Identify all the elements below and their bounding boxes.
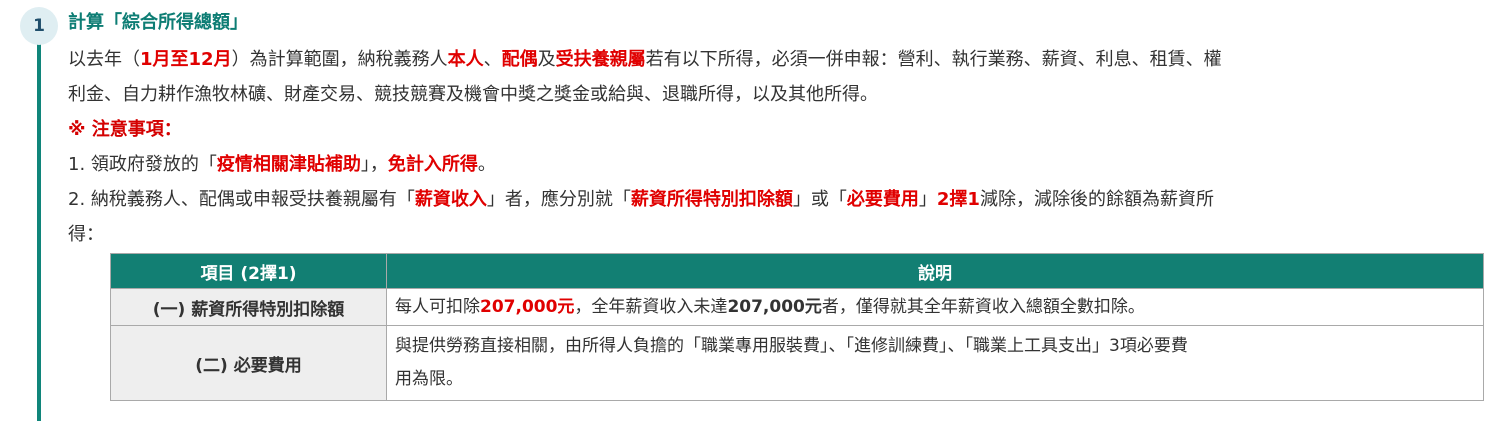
desc-text: 與提供勞務直接相關，由所得人負擔的「職業專用服裝費」、「進修訓練費」、「職業上工… bbox=[395, 336, 1188, 356]
row-label: (二) 必要費用 bbox=[110, 325, 387, 401]
amount-highlight: 207,000元 bbox=[480, 296, 575, 317]
note-text: 」者，應分別就「 bbox=[486, 189, 631, 210]
note-highlight: 必要費用 bbox=[846, 189, 919, 210]
step-content: 以去年（1月至12月）為計算範圍，納稅義務人本人、配偶及受扶養親屬若有以下所得，… bbox=[68, 42, 1478, 252]
table-row: (二) 必要費用 與提供勞務直接相關，由所得人負擔的「職業專用服裝費」、「進修訓… bbox=[110, 325, 1484, 401]
note-highlight: 2擇1 bbox=[936, 189, 980, 210]
note-text: 2. 納稅義務人、配偶或申報受扶養親屬有「 bbox=[68, 189, 415, 210]
step-vertical-line bbox=[37, 38, 41, 421]
deduction-table: 項目 (2擇1) 說明 (一) 薪資所得特別扣除額 每人可扣除207,000元，… bbox=[110, 253, 1484, 401]
table-header-item: 項目 (2擇1) bbox=[110, 253, 387, 289]
self-highlight: 本人 bbox=[447, 49, 484, 70]
note-highlight: 薪資收入 bbox=[414, 189, 487, 210]
desc-text: ，全年薪資收入未達 bbox=[574, 296, 728, 317]
note-text: 。 bbox=[477, 154, 496, 175]
amount-bold: 207,000元 bbox=[727, 296, 822, 317]
note-item-1: 1. 領政府發放的「疫情相關津貼補助」，免計入所得。 bbox=[68, 147, 1478, 182]
intro-text: ）為計算範圍，納稅義務人 bbox=[231, 49, 448, 70]
note-text: 」或「 bbox=[792, 189, 847, 210]
note-text: 1. 領政府發放的「 bbox=[68, 154, 217, 175]
step-number-badge: 1 bbox=[20, 7, 58, 45]
intro-text: 若有以下所得，必須一併申報：營利、執行業務、薪資、利息、租賃、權 bbox=[645, 49, 1222, 70]
row-description: 與提供勞務直接相關，由所得人負擔的「職業專用服裝費」、「進修訓練費」、「職業上工… bbox=[386, 325, 1484, 401]
intro-text: 及 bbox=[537, 49, 556, 70]
intro-text: 、 bbox=[483, 49, 502, 70]
notes-title: ※ 注意事項： bbox=[68, 119, 182, 140]
intro-line-2: 利金、自力耕作漁牧林礦、財產交易、競技競賽及機會中獎之獎金或給與、退職所得，以及… bbox=[68, 84, 878, 105]
note-highlight: 薪資所得特別扣除額 bbox=[630, 189, 793, 210]
row-description: 每人可扣除207,000元，全年薪資收入未達207,000元者，僅得就其全年薪資… bbox=[386, 288, 1484, 326]
note-text: 減除，減除後的餘額為薪資所 bbox=[979, 189, 1214, 210]
table-header-desc: 說明 bbox=[386, 253, 1484, 289]
spouse-highlight: 配偶 bbox=[501, 49, 538, 70]
dependents-highlight: 受扶養親屬 bbox=[555, 49, 646, 70]
row-label: (一) 薪資所得特別扣除額 bbox=[110, 288, 387, 326]
note-item-2-continued: 得： bbox=[68, 224, 104, 245]
table-header-row: 項目 (2擇1) 說明 bbox=[110, 253, 1484, 289]
desc-text: 每人可扣除 bbox=[395, 296, 480, 317]
step-title: 計算「綜合所得總額」 bbox=[68, 12, 248, 33]
table-row: (一) 薪資所得特別扣除額 每人可扣除207,000元，全年薪資收入未達207,… bbox=[110, 288, 1484, 326]
desc-text: 用為限。 bbox=[395, 369, 463, 389]
tax-step-section: 1 計算「綜合所得總額」 以去年（1月至12月）為計算範圍，納稅義務人本人、配偶… bbox=[0, 0, 1502, 421]
period-highlight: 1月至12月 bbox=[140, 49, 232, 70]
note-text: 」 bbox=[918, 189, 937, 210]
note-text: 」， bbox=[360, 154, 388, 175]
desc-text: 者，僅得就其全年薪資收入總額全數扣除。 bbox=[821, 296, 1145, 317]
note-item-2: 2. 納稅義務人、配偶或申報受扶養親屬有「薪資收入」者，應分別就「薪資所得特別扣… bbox=[68, 182, 1478, 217]
note-highlight: 疫情相關津貼補助 bbox=[216, 154, 361, 175]
intro-line-1: 以去年（1月至12月）為計算範圍，納稅義務人本人、配偶及受扶養親屬若有以下所得，… bbox=[68, 42, 1478, 77]
note-highlight: 免計入所得 bbox=[387, 154, 478, 175]
intro-text: 以去年（ bbox=[68, 49, 140, 70]
